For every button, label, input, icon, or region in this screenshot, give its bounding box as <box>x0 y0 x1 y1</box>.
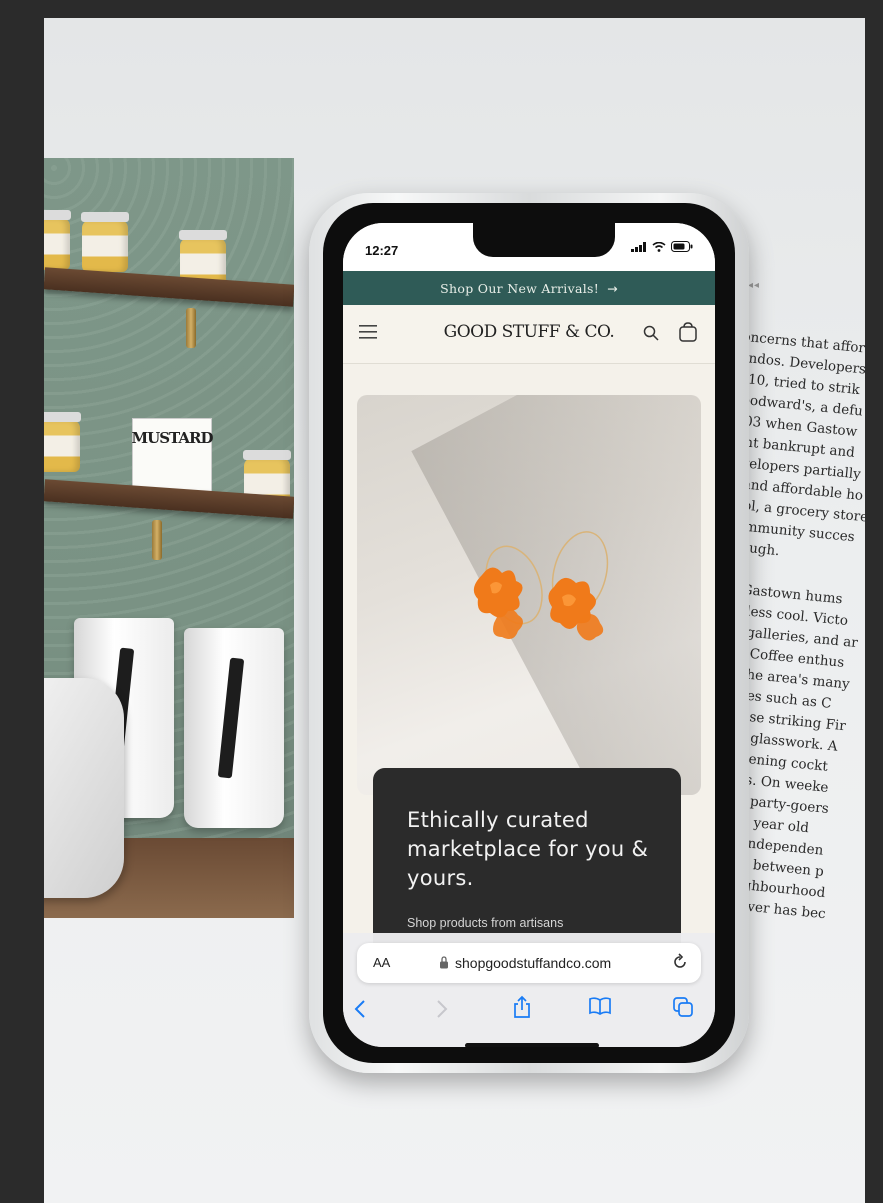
mustard-jar <box>44 412 81 472</box>
photo-background: MUSTARD ◂◂◂ concerns that affor condos. … <box>44 18 865 1203</box>
signal-icon <box>631 241 646 252</box>
smartphone: 12:27 Shop Our New Arrivals! → GOOD STUF… <box>309 193 749 1073</box>
home-indicator <box>465 1043 599 1047</box>
url-text[interactable]: shopgoodstuffandco.com <box>455 955 611 971</box>
shelf-bracket <box>152 520 162 560</box>
status-icons <box>631 241 693 252</box>
share-icon[interactable] <box>513 995 531 1019</box>
wifi-icon <box>652 241 666 252</box>
announcement-text[interactable]: Shop Our New Arrivals! <box>440 281 599 296</box>
site-header: GOOD STUFF & CO. <box>343 305 715 364</box>
battery-icon <box>671 241 693 252</box>
status-time: 12:27 <box>365 243 399 258</box>
mustard-jar <box>44 210 71 270</box>
search-icon[interactable] <box>643 325 659 341</box>
reload-icon[interactable] <box>671 953 689 971</box>
arrow-right-icon: → <box>607 280 618 296</box>
earrings-image <box>473 531 609 641</box>
mustard-sign: MUSTARD <box>132 418 213 492</box>
announcement-bar[interactable]: Shop Our New Arrivals! → <box>343 271 715 305</box>
white-pitcher <box>184 628 284 828</box>
magazine-photo: MUSTARD <box>44 158 294 918</box>
promo-card: Ethically curated marketplace for you & … <box>373 768 681 948</box>
site-logo[interactable]: GOOD STUFF & CO. <box>343 322 715 342</box>
address-bar[interactable]: AA shopgoodstuffandco.com <box>357 943 701 983</box>
shelf-bracket <box>186 308 196 348</box>
lock-icon <box>440 956 448 969</box>
browser-bottom-bar: AA shopgoodstuffandco.com <box>343 933 715 1047</box>
marble-tray <box>44 678 124 898</box>
back-icon[interactable] <box>353 999 367 1019</box>
promo-title: Ethically curated marketplace for you & … <box>407 808 649 890</box>
hero-image[interactable] <box>357 395 701 795</box>
phone-bezel: 12:27 Shop Our New Arrivals! → GOOD STUF… <box>323 203 735 1063</box>
bookmarks-icon[interactable] <box>589 997 611 1015</box>
promo-subtitle: Shop products from artisans <box>407 916 564 930</box>
phone-screen: 12:27 Shop Our New Arrivals! → GOOD STUF… <box>343 223 715 1047</box>
mustard-jar <box>81 212 129 272</box>
tabs-icon[interactable] <box>673 997 693 1017</box>
browser-toolbar <box>343 993 715 1029</box>
phone-notch <box>473 223 615 257</box>
forward-icon[interactable] <box>435 999 449 1019</box>
text-size-button[interactable]: AA <box>373 955 390 970</box>
bag-icon[interactable] <box>679 322 697 342</box>
